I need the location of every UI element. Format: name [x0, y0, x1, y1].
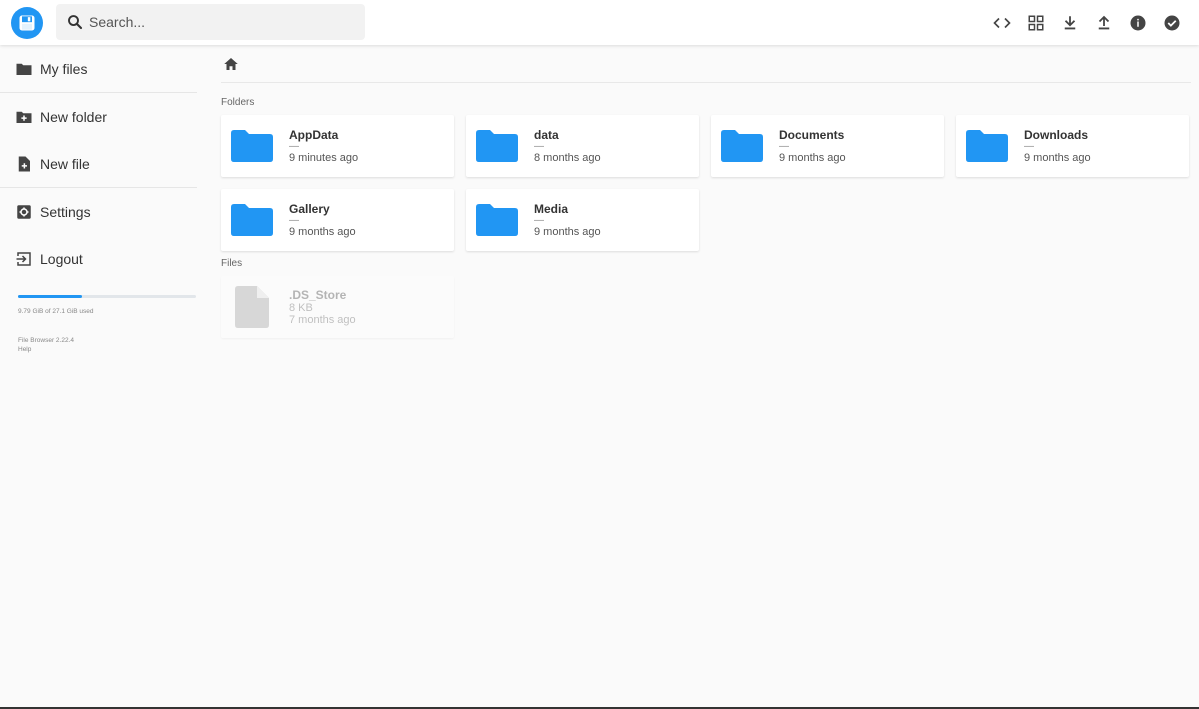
item-info: Gallery —9 months ago	[289, 202, 356, 238]
item-name: .DS_Store	[289, 288, 347, 302]
upload-button[interactable]	[1087, 6, 1121, 40]
note-add-icon	[18, 156, 30, 171]
download-icon	[1064, 15, 1076, 29]
item-info: .DS_Store 8 KB 7 months ago	[289, 288, 356, 326]
folder-item[interactable]: Gallery —9 months ago	[221, 189, 454, 251]
logout-icon	[16, 251, 31, 266]
sidebar-item-new-file[interactable]: New file	[0, 140, 197, 187]
home-icon[interactable]	[222, 55, 240, 73]
check-circle-icon	[1164, 15, 1180, 30]
switch-view-button[interactable]	[1019, 6, 1053, 40]
item-info: data —8 months ago	[534, 128, 601, 164]
help-link[interactable]: Help	[18, 345, 197, 354]
toolbar	[985, 0, 1189, 45]
item-size: —	[1024, 141, 1034, 152]
create-folder-icon	[16, 111, 32, 123]
sidebar-item-label: Settings	[40, 203, 91, 220]
sidebar-item-settings[interactable]: Settings	[0, 188, 197, 235]
info-button[interactable]	[1121, 6, 1155, 40]
folder-icon	[721, 130, 763, 162]
search-icon	[66, 13, 84, 31]
file-listing: Folders AppData —9 minutes ago data —8 mont…	[221, 45, 1191, 338]
sidebar-item-label: New folder	[40, 108, 107, 125]
item-size: —	[779, 141, 789, 152]
search-box[interactable]	[56, 4, 365, 40]
item-name: Documents	[779, 128, 845, 142]
item-info: AppData —9 minutes ago	[289, 128, 358, 164]
file-grid: .DS_Store 8 KB 7 months ago	[221, 276, 1191, 338]
code-icon	[993, 17, 1011, 28]
folder-item[interactable]: data —8 months ago	[466, 115, 699, 177]
item-modified: 8 months ago	[534, 152, 601, 164]
folder-icon	[231, 204, 273, 236]
item-name: AppData	[289, 128, 339, 142]
item-size: —	[289, 215, 299, 226]
disk-quota: 9.79 GiB of 27.1 GiB used	[0, 295, 197, 315]
folder-item[interactable]: AppData —9 minutes ago	[221, 115, 454, 177]
item-info: Downloads —9 months ago	[1024, 128, 1091, 164]
folder-grid: AppData —9 minutes ago data —8 months ago Do…	[221, 115, 1191, 251]
item-modified: 9 months ago	[534, 226, 601, 238]
folder-icon	[231, 130, 273, 162]
item-modified: 9 months ago	[1024, 152, 1091, 164]
file-item[interactable]: .DS_Store 8 KB 7 months ago	[221, 276, 454, 338]
breadcrumb	[221, 45, 1191, 83]
item-modified: 9 minutes ago	[289, 152, 359, 164]
sidebar-item-label: New file	[40, 155, 90, 172]
folder-item[interactable]: Downloads —9 months ago	[956, 115, 1189, 177]
item-size: —	[534, 141, 544, 152]
sidebar-item-label: My files	[40, 60, 88, 77]
item-name: Media	[534, 202, 569, 216]
item-info: Media —9 months ago	[534, 202, 601, 238]
folder-icon	[16, 63, 32, 75]
item-size: —	[289, 141, 299, 152]
quota-progress-fill	[18, 295, 83, 298]
file-icon	[235, 286, 269, 328]
logo[interactable]	[11, 7, 43, 39]
folder-icon	[476, 130, 518, 162]
search-input[interactable]	[89, 14, 349, 30]
app: My files New folder New file Settings Lo…	[0, 0, 1199, 709]
select-button[interactable]	[1155, 6, 1189, 40]
settings-icon	[17, 204, 31, 219]
folder-icon	[476, 204, 518, 236]
download-button[interactable]	[1053, 6, 1087, 40]
quota-progress-bar	[18, 295, 196, 298]
sidebar-item-my-files[interactable]: My files	[0, 45, 197, 92]
folder-icon	[966, 130, 1008, 162]
upload-icon	[1098, 15, 1110, 29]
item-modified: 9 months ago	[779, 152, 846, 164]
item-modified: 7 months ago	[289, 314, 356, 326]
folder-item[interactable]: Media —9 months ago	[466, 189, 699, 251]
folders-heading: Folders	[221, 97, 255, 108]
folder-item[interactable]: Documents —9 months ago	[711, 115, 944, 177]
credits: File Browser 2.22.4 Help	[0, 336, 197, 354]
grid-view-icon	[1028, 15, 1044, 30]
files-heading: Files	[221, 258, 243, 269]
sidebar-item-logout[interactable]: Logout	[0, 235, 197, 282]
header	[0, 0, 1199, 45]
quota-text: 9.79 GiB of 27.1 GiB used	[18, 308, 94, 315]
item-size: 8 KB	[289, 302, 313, 314]
sidebar: My files New folder New file Settings Lo…	[0, 45, 197, 354]
item-modified: 9 months ago	[289, 226, 356, 238]
sidebar-item-label: Logout	[40, 250, 83, 267]
item-size: —	[534, 215, 544, 226]
item-info: Documents —9 months ago	[779, 128, 846, 164]
info-icon	[1130, 15, 1146, 30]
floppy-logo-icon	[19, 15, 35, 31]
item-name: data	[534, 128, 559, 142]
code-view-button[interactable]	[985, 6, 1019, 40]
item-name: Gallery	[289, 202, 330, 216]
version-link[interactable]: File Browser 2.22.4	[18, 336, 197, 345]
sidebar-item-new-folder[interactable]: New folder	[0, 93, 197, 140]
item-name: Downloads	[1024, 128, 1089, 142]
